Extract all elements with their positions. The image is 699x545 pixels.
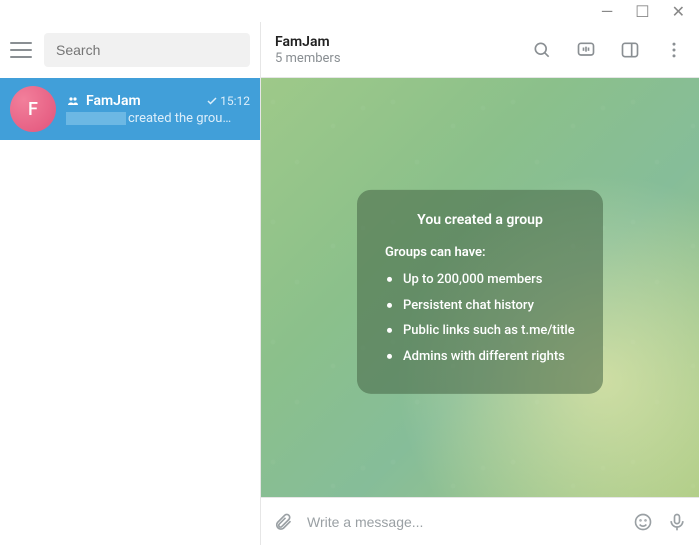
voice-chat-icon[interactable]: [575, 39, 597, 61]
sidebar: F FamJam 15:12 created the grou…: [0, 22, 261, 545]
emoji-icon[interactable]: [633, 512, 653, 532]
side-panel-icon[interactable]: [619, 39, 641, 61]
info-item: Persistent chat history: [387, 295, 577, 315]
chat-time: 15:12: [206, 94, 250, 108]
info-item: Public links such as t.me/title: [387, 321, 577, 341]
microphone-icon[interactable]: [667, 512, 687, 532]
group-info-box: You created a group Groups can have: Up …: [357, 189, 603, 394]
window-titlebar: — ☐ ✕: [0, 0, 699, 22]
attach-icon[interactable]: [273, 512, 293, 532]
info-item: Admins with different rights: [387, 346, 577, 366]
chat-title[interactable]: FamJam: [275, 34, 521, 50]
close-button[interactable]: ✕: [672, 2, 685, 21]
maximize-button[interactable]: ☐: [635, 2, 649, 21]
chat-area: You created a group Groups can have: Up …: [261, 78, 699, 497]
search-input[interactable]: [44, 33, 250, 67]
message-input[interactable]: [307, 514, 619, 530]
search-icon[interactable]: [531, 39, 553, 61]
chat-name: FamJam: [86, 93, 200, 109]
info-subhead: Groups can have:: [385, 242, 577, 262]
check-icon: [206, 95, 218, 107]
chat-preview: created the grou…: [66, 111, 250, 126]
chat-subtitle: 5 members: [275, 51, 521, 66]
group-icon: [66, 95, 80, 107]
search-field[interactable]: [56, 42, 238, 58]
chat-list-item[interactable]: F FamJam 15:12 created the grou…: [0, 78, 260, 140]
more-icon[interactable]: [663, 39, 685, 61]
chat-header: FamJam 5 members: [261, 22, 699, 78]
menu-icon[interactable]: [10, 42, 32, 58]
minimize-button[interactable]: —: [601, 2, 614, 21]
info-item: Up to 200,000 members: [387, 270, 577, 290]
info-headline: You created a group: [383, 209, 577, 230]
composer: [261, 497, 699, 545]
avatar: F: [10, 86, 56, 132]
